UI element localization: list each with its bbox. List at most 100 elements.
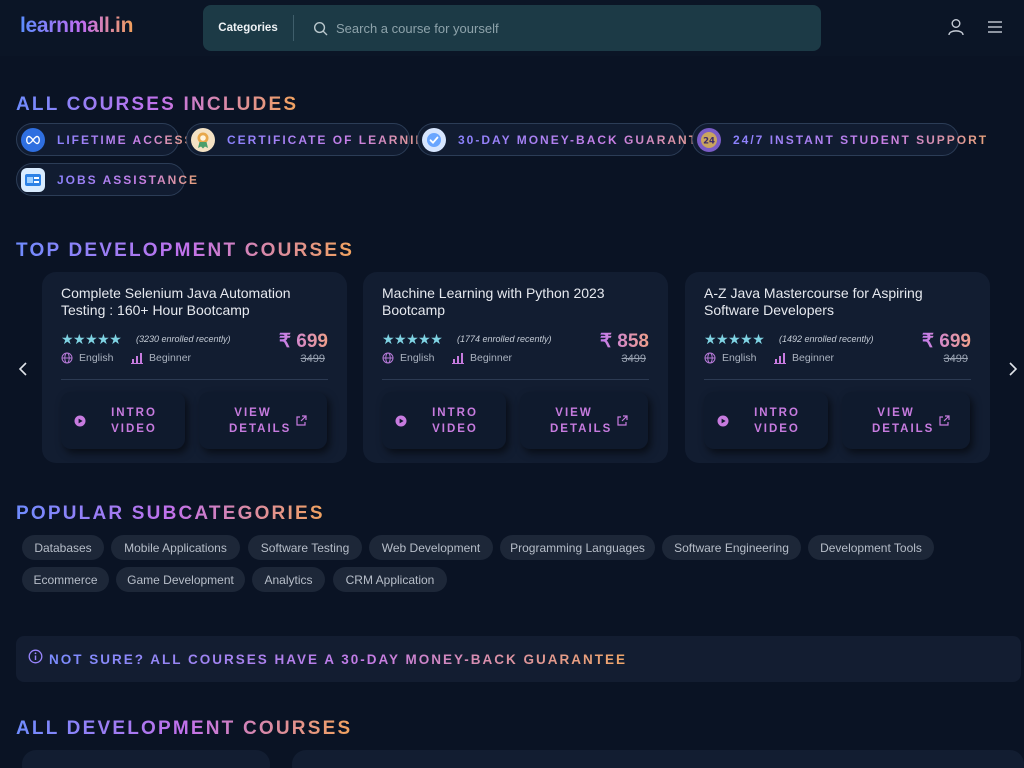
- include-pill-certificate: CERTIFICATE OF LEARNING: [186, 123, 435, 156]
- intro-video-label: INTRO VIDEO: [432, 406, 478, 435]
- all-courses-section-title: ALL DEVELOPMENT COURSES: [16, 718, 353, 739]
- carousel-prev-icon[interactable]: [13, 359, 33, 379]
- play-circle-icon: [717, 415, 729, 426]
- language-label: English: [722, 352, 757, 364]
- intro-video-label: INTRO VIDEO: [754, 406, 800, 435]
- course-original-price: 3499: [621, 353, 646, 365]
- view-details-label: VIEW DETAILS: [872, 406, 935, 435]
- level-label: Beginner: [149, 352, 192, 364]
- checkmark-shield-icon: [422, 127, 446, 152]
- infinity-icon: [21, 127, 45, 152]
- card-divider: [61, 379, 328, 380]
- subcategory-chip[interactable]: Software Engineering: [662, 535, 801, 560]
- subcategories-section-title: POPULAR SUBCATEGORIES: [16, 503, 325, 524]
- level-bars-icon: [131, 353, 143, 364]
- search-input[interactable]: [336, 20, 776, 36]
- view-details-label: VIEW DETAILS: [550, 406, 613, 435]
- card-divider: [382, 379, 649, 380]
- support-24-icon: 24: [697, 127, 721, 152]
- search-divider: [293, 15, 294, 41]
- include-label: 24/7 INSTANT STUDENT SUPPORT: [733, 132, 989, 147]
- course-title[interactable]: Complete Selenium Java Automation Testin…: [61, 285, 331, 319]
- course-language: English: [61, 352, 113, 364]
- job-board-icon: [21, 167, 45, 192]
- course-card-partial: [22, 750, 270, 768]
- course-level: Beginner: [131, 352, 191, 364]
- include-label: LIFETIME ACCESS: [57, 132, 195, 147]
- course-original-price: 3499: [943, 353, 968, 365]
- subcategory-chip[interactable]: Ecommerce: [22, 567, 109, 592]
- language-label: English: [79, 352, 114, 364]
- course-original-price: 3499: [300, 353, 325, 365]
- level-bars-icon: [452, 353, 464, 364]
- search-bar: Categories: [203, 5, 821, 51]
- subcategory-chip[interactable]: Programming Languages: [500, 535, 655, 560]
- level-label: Beginner: [792, 352, 835, 364]
- course-list-partial: [292, 750, 1024, 768]
- card-divider: [704, 379, 971, 380]
- enrolled-count: (1774 enrolled recently): [457, 334, 552, 344]
- course-language: English: [704, 352, 756, 364]
- course-card[interactable]: Machine Learning with Python 2023 Bootca…: [363, 272, 668, 463]
- course-level: Beginner: [452, 352, 512, 364]
- enrolled-count: (3230 enrolled recently): [136, 334, 231, 344]
- course-title[interactable]: Machine Learning with Python 2023 Bootca…: [382, 285, 652, 319]
- banner-text: NOT SURE? ALL COURSES HAVE A 30-DAY MONE…: [49, 651, 628, 667]
- include-label: JOBS ASSISTANCE: [57, 172, 200, 187]
- globe-icon: [61, 352, 73, 364]
- intro-video-button[interactable]: INTRO VIDEO: [704, 392, 828, 449]
- course-title[interactable]: A-Z Java Mastercourse for Aspiring Softw…: [704, 285, 974, 319]
- categories-button[interactable]: Categories: [203, 22, 293, 34]
- include-pill-support: 24 24/7 INSTANT STUDENT SUPPORT: [692, 123, 986, 156]
- globe-icon: [382, 352, 394, 364]
- hamburger-menu-icon[interactable]: [984, 16, 1006, 38]
- include-label: CERTIFICATE OF LEARNING: [227, 132, 438, 147]
- info-icon: [28, 649, 43, 669]
- view-details-button[interactable]: VIEW DETAILS: [520, 392, 648, 449]
- course-level: Beginner: [774, 352, 834, 364]
- course-card[interactable]: A-Z Java Mastercourse for Aspiring Softw…: [685, 272, 990, 463]
- play-circle-icon: [74, 415, 86, 426]
- level-bars-icon: [774, 353, 786, 364]
- includes-section-title: ALL COURSES INCLUDES: [16, 94, 299, 115]
- course-price: ₹ 858: [599, 331, 649, 352]
- course-language: English: [382, 352, 434, 364]
- globe-icon: [704, 352, 716, 364]
- subcategory-chip[interactable]: Databases: [22, 535, 104, 560]
- subcategory-chip[interactable]: Software Testing: [248, 535, 362, 560]
- subcategory-chip[interactable]: Web Development: [369, 535, 493, 560]
- rating-stars: ★★★★★: [61, 331, 122, 347]
- intro-video-button[interactable]: INTRO VIDEO: [382, 392, 506, 449]
- subcategory-chip[interactable]: Mobile Applications: [111, 535, 240, 560]
- course-card[interactable]: Complete Selenium Java Automation Testin…: [42, 272, 347, 463]
- svg-text:24: 24: [703, 136, 715, 146]
- carousel-next-icon[interactable]: [1003, 359, 1023, 379]
- include-label: 30-DAY MONEY-BACK GUARANTEE: [458, 132, 719, 147]
- subcategory-chip[interactable]: Development Tools: [808, 535, 934, 560]
- intro-video-button[interactable]: INTRO VIDEO: [61, 392, 185, 449]
- subcategory-chip[interactable]: Analytics: [252, 567, 325, 592]
- certificate-badge-icon: [191, 127, 215, 152]
- course-price: ₹ 699: [921, 331, 971, 352]
- include-pill-jobs-assistance: JOBS ASSISTANCE: [16, 163, 197, 196]
- view-details-button[interactable]: VIEW DETAILS: [199, 392, 327, 449]
- rating-stars: ★★★★★: [704, 331, 765, 347]
- external-link-icon: [296, 415, 307, 426]
- play-circle-icon: [395, 415, 407, 426]
- view-details-label: VIEW DETAILS: [229, 406, 292, 435]
- view-details-button[interactable]: VIEW DETAILS: [842, 392, 970, 449]
- user-account-icon[interactable]: [945, 16, 967, 38]
- subcategory-chip[interactable]: Game Development: [116, 567, 245, 592]
- intro-video-label: INTRO VIDEO: [111, 406, 157, 435]
- money-back-banner: NOT SURE? ALL COURSES HAVE A 30-DAY MONE…: [16, 636, 1021, 682]
- subcategory-chip[interactable]: CRM Application: [333, 567, 447, 592]
- external-link-icon: [617, 415, 628, 426]
- rating-stars: ★★★★★: [382, 331, 443, 347]
- top-header: learnmall.in Categories: [0, 0, 1024, 56]
- search-icon[interactable]: [312, 20, 328, 36]
- external-link-icon: [939, 415, 950, 426]
- include-pill-money-back: 30-DAY MONEY-BACK GUARANTEE: [417, 123, 716, 156]
- enrolled-count: (1492 enrolled recently): [779, 334, 874, 344]
- level-label: Beginner: [470, 352, 513, 364]
- site-logo[interactable]: learnmall.in: [20, 14, 133, 38]
